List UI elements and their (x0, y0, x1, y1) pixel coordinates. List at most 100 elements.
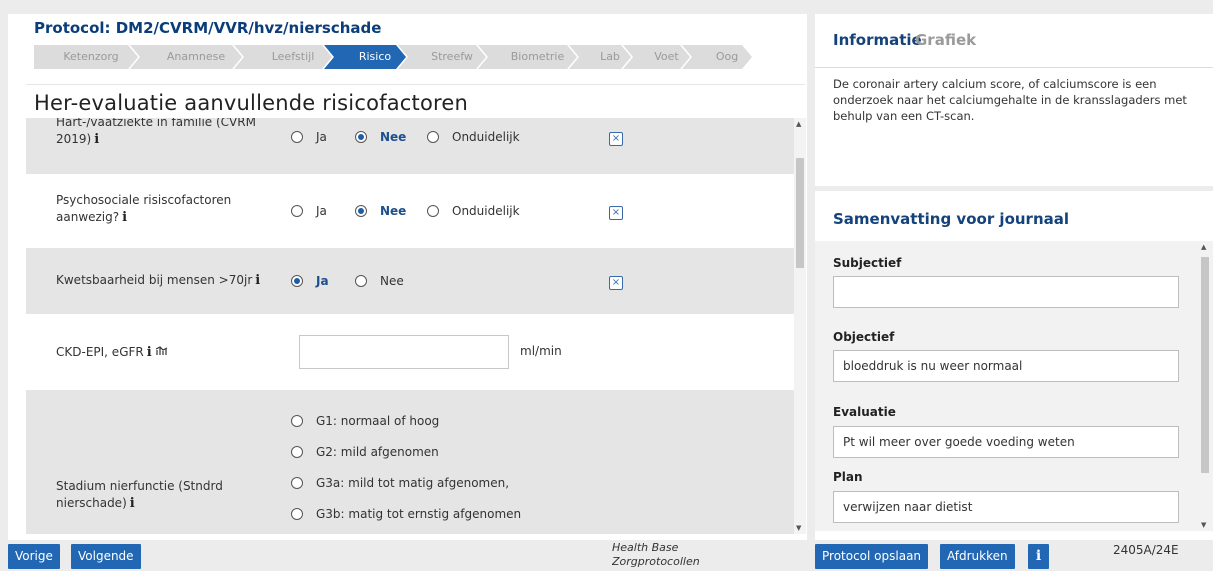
radio-circle[interactable] (355, 131, 367, 143)
scroll-down-icon[interactable]: ▼ (796, 524, 801, 532)
info-icon[interactable]: i (94, 132, 99, 147)
tab-divider (815, 67, 1213, 68)
brand-line-1: Health Base (612, 541, 679, 554)
graph-icon[interactable] (155, 346, 168, 356)
option-label: Onduidelijk (452, 130, 520, 144)
info-icon[interactable]: i (147, 345, 152, 360)
radio-circle[interactable] (427, 131, 439, 143)
radio-g1[interactable]: G1: normaal of hoog (291, 414, 439, 428)
label-text: Kwetsbaarheid bij mensen >70jr (56, 273, 253, 287)
clear-icon[interactable]: × (609, 276, 623, 290)
radio-nee[interactable]: Nee (355, 274, 404, 288)
info-icon[interactable]: i (122, 210, 127, 225)
scroll-up-icon[interactable]: ▲ (796, 120, 801, 128)
egfr-unit: ml/min (520, 344, 562, 358)
section-title: Her-evaluatie aanvullende risicofactoren (34, 91, 469, 115)
crumb-leefstijl[interactable]: Leefstijl (234, 45, 332, 69)
radio-nee[interactable]: Nee (355, 130, 406, 144)
summary-title: Samenvatting voor journaal (833, 210, 1070, 228)
app-window: Protocol: DM2/CVRM/VVR/hvz/nierschade Ke… (0, 0, 1213, 571)
info-panel: Informatie Grafiek De coronair artery ca… (815, 14, 1213, 186)
brand-text: Health Base Zorgprotocollen (612, 541, 700, 571)
radio-circle[interactable] (291, 275, 303, 287)
scroll-up-icon[interactable]: ▲ (1201, 243, 1206, 251)
crumb-streefw[interactable]: Streefw (398, 45, 486, 69)
question-row-family: Hart-/vaatziekte in familie (CVRM 2019) i… (26, 118, 794, 174)
clear-icon[interactable]: × (609, 132, 623, 146)
subjectief-label: Subjectief (833, 256, 902, 270)
option-label: Ja (316, 274, 329, 288)
question-label: Stadium nierfunctie (Stndrd nierschade) i (56, 478, 256, 512)
scrollbar[interactable]: ▲ ▼ (794, 118, 806, 534)
save-protocol-button[interactable]: Protocol opslaan (815, 544, 929, 569)
question-label: Kwetsbaarheid bij mensen >70jr i (56, 272, 296, 289)
objectief-field[interactable]: bloeddruk is nu weer normaal (833, 350, 1179, 382)
option-label: Onduidelijk (452, 204, 520, 218)
radio-circle[interactable] (291, 415, 303, 427)
radio-circle[interactable] (355, 275, 367, 287)
crumb-oog[interactable]: Oog (682, 45, 752, 69)
brand-line-2: Zorgprotocollen (612, 555, 700, 568)
plan-label: Plan (833, 470, 863, 484)
option-label: Nee (380, 204, 407, 218)
radio-g3a[interactable]: G3a: mild tot matig afgenomen, (291, 476, 509, 490)
scroll-thumb[interactable] (796, 158, 804, 268)
evaluatie-label: Evaluatie (833, 405, 896, 419)
option-label: Ja (316, 204, 327, 218)
protocol-panel: Protocol: DM2/CVRM/VVR/hvz/nierschade Ke… (8, 14, 807, 540)
option-label: Nee (380, 130, 407, 144)
radio-circle[interactable] (291, 477, 303, 489)
summary-body: Subjectief Objectief bloeddruk is nu wee… (815, 241, 1213, 531)
print-button[interactable]: Afdrukken (940, 544, 1015, 569)
info-icon[interactable]: i (130, 496, 135, 511)
crumb-risico[interactable]: Risico (324, 45, 406, 69)
plan-field[interactable]: verwijzen naar dietist (833, 491, 1179, 523)
radio-ja[interactable]: Ja (291, 204, 327, 218)
radio-circle[interactable] (291, 205, 303, 217)
radio-circle[interactable] (291, 131, 303, 143)
label-text: Psychosociale risiscofactoren aanwezig? (56, 193, 232, 224)
radio-nee[interactable]: Nee (355, 204, 406, 218)
clear-icon[interactable]: × (609, 206, 623, 220)
info-text: De coronair artery calcium score, of cal… (833, 77, 1187, 123)
crumb-anamnese[interactable]: Anamnese (130, 45, 242, 69)
radio-circle[interactable] (427, 205, 439, 217)
crumb-ketenzorg[interactable]: Ketenzorg (34, 45, 138, 69)
radio-ja[interactable]: Ja (291, 130, 327, 144)
egfr-input[interactable] (299, 335, 509, 369)
next-button[interactable]: Volgende (71, 544, 141, 569)
subjectief-field[interactable] (833, 276, 1179, 308)
scroll-down-icon[interactable]: ▼ (1201, 521, 1206, 529)
radio-onduidelijk[interactable]: Onduidelijk (427, 204, 520, 218)
objectief-label: Objectief (833, 330, 895, 344)
option-label: G3a: mild tot matig afgenomen, (316, 476, 510, 490)
radio-onduidelijk[interactable]: Onduidelijk (427, 130, 520, 144)
divider (26, 84, 805, 85)
info-button[interactable]: i (1028, 544, 1049, 569)
radio-g2[interactable]: G2: mild afgenomen (291, 445, 439, 459)
tab-grafiek[interactable]: Grafiek (915, 31, 976, 49)
radio-circle[interactable] (355, 205, 367, 217)
radio-ja[interactable]: Ja (291, 274, 329, 288)
question-row-frailty: Kwetsbaarheid bij mensen >70jr i Ja Nee × (26, 248, 794, 314)
summary-panel: Samenvatting voor journaal Subjectief Ob… (815, 191, 1213, 540)
option-label: Ja (316, 130, 327, 144)
question-label: Psychosociale risiscofactoren aanwezig? i (56, 192, 271, 226)
radio-circle[interactable] (291, 508, 303, 520)
previous-button[interactable]: Vorige (8, 544, 60, 569)
question-label: CKD-EPI, eGFR i (56, 344, 271, 361)
evaluatie-field[interactable]: Pt wil meer over goede voeding weten (833, 426, 1179, 458)
question-list: Hart-/vaatziekte in familie (CVRM 2019) i… (26, 118, 794, 534)
tab-informatie[interactable]: Informatie (833, 31, 922, 49)
option-label: G2: mild afgenomen (316, 445, 439, 459)
scroll-thumb[interactable] (1201, 257, 1209, 473)
info-icon[interactable]: i (255, 273, 260, 288)
crumb-lab[interactable]: Lab (569, 45, 631, 69)
radio-g3b[interactable]: G3b: matig tot ernstig afgenomen (291, 507, 521, 521)
option-label: Nee (380, 274, 404, 288)
summary-scrollbar[interactable]: ▲ ▼ (1199, 241, 1211, 531)
crumb-voet[interactable]: Voet (623, 45, 690, 69)
crumb-biometrie[interactable]: Biometrie (478, 45, 577, 69)
radio-circle[interactable] (291, 446, 303, 458)
label-text: Hart-/vaatziekte in familie (CVRM 2019) (56, 118, 256, 146)
